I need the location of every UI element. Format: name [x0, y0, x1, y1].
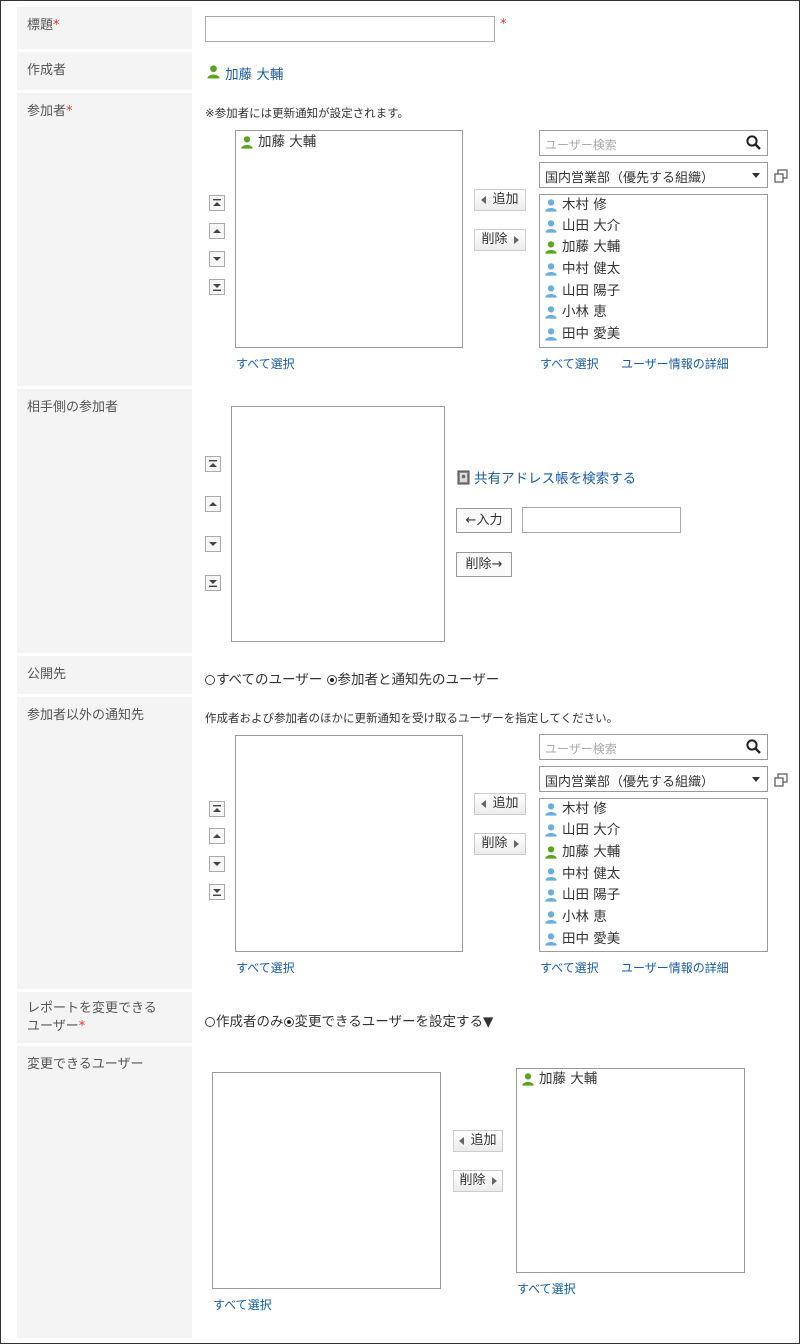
- list-item[interactable]: 木村 修: [544, 195, 607, 216]
- search-icon[interactable]: [745, 134, 763, 152]
- chevron-down-icon: [752, 173, 760, 178]
- add-button[interactable]: 追加: [453, 1130, 503, 1152]
- move-up-button[interactable]: [209, 223, 225, 239]
- list-item[interactable]: 中村 健太: [544, 259, 620, 280]
- remove-button[interactable]: 削除: [474, 833, 526, 855]
- user-detail-link[interactable]: ユーザー情報の詳細: [621, 355, 729, 372]
- participants-note: ※参加者には更新通知が設定されます。: [205, 106, 409, 120]
- move-down-button[interactable]: [209, 251, 225, 267]
- add-button[interactable]: 追加: [474, 189, 526, 211]
- user-icon: [207, 65, 220, 79]
- chevron-down-icon: [752, 777, 760, 782]
- changeable-users-label: 変更できるユーザー: [17, 1046, 192, 1338]
- list-item[interactable]: 小林 恵: [544, 907, 607, 928]
- address-book-icon: [457, 470, 470, 485]
- list-item[interactable]: 加藤 大輔: [240, 132, 316, 153]
- notify-others-label: 参加者以外の通知先: [17, 697, 192, 989]
- list-item[interactable]: 加藤 大輔: [521, 1069, 597, 1090]
- move-bottom-button[interactable]: [209, 884, 225, 900]
- move-top-button[interactable]: [209, 195, 225, 211]
- list-item[interactable]: 山田 陽子: [544, 885, 620, 906]
- creator-user[interactable]: 加藤 大輔: [206, 63, 283, 83]
- title-input[interactable]: [205, 16, 495, 42]
- user-search-input[interactable]: ユーザー検索: [539, 734, 768, 760]
- list-item[interactable]: 加藤 大輔: [544, 237, 620, 258]
- move-up-button[interactable]: [209, 828, 225, 844]
- editable-radio-creator[interactable]: 作成者のみ: [205, 1014, 284, 1030]
- user-icon: [241, 136, 253, 149]
- select-all-link[interactable]: すべて選択: [517, 1280, 576, 1297]
- move-bottom-button[interactable]: [205, 575, 221, 591]
- address-book-link[interactable]: 共有アドレス帳を検索する: [457, 467, 636, 487]
- visibility-options: すべてのユーザー 参加者と通知先のユーザー: [205, 668, 499, 688]
- input-button[interactable]: ←入力: [456, 508, 512, 533]
- editable-radio-users[interactable]: 変更できるユーザーを設定する▼: [283, 1014, 493, 1030]
- creator-name: 加藤 大輔: [225, 67, 284, 83]
- title-required-mark: *: [500, 17, 507, 32]
- move-down-button[interactable]: [209, 856, 225, 872]
- org-select[interactable]: 国内営業部（優先する組織）: [539, 766, 768, 792]
- add-button[interactable]: 追加: [474, 793, 526, 815]
- notify-note: 作成者および参加者のほかに更新通知を受け取るユーザーを指定してください。: [205, 711, 619, 725]
- user-icon: [522, 1073, 534, 1086]
- list-item[interactable]: 山田 陽子: [544, 281, 620, 302]
- list-item[interactable]: 木村 修: [544, 799, 607, 820]
- select-all-link[interactable]: すべて選択: [236, 959, 295, 976]
- changeable-candidate-list[interactable]: [212, 1072, 441, 1289]
- remove-button[interactable]: 削除: [474, 229, 526, 251]
- move-down-button[interactable]: [205, 536, 221, 552]
- notify-selected-list[interactable]: [235, 735, 463, 952]
- changeable-selected-list[interactable]: 加藤 大輔: [516, 1068, 745, 1273]
- candidate-users-list[interactable]: 木村 修 山田 大介 加藤 大輔 中村 健太 山田 陽子 小林 恵 田中 愛美: [539, 194, 768, 348]
- report-form: 標題* * 作成者 加藤 大輔 参加者* ※参加者には更新通知が設定されます。 …: [0, 0, 800, 1344]
- select-all-link[interactable]: すべて選択: [540, 355, 599, 372]
- move-top-button[interactable]: [205, 456, 221, 472]
- move-bottom-button[interactable]: [209, 279, 225, 295]
- move-top-button[interactable]: [209, 801, 225, 817]
- org-select[interactable]: 国内営業部（優先する組織）: [539, 162, 768, 188]
- popup-window-icon[interactable]: [774, 169, 788, 183]
- move-up-button[interactable]: [205, 496, 221, 512]
- list-item[interactable]: 田中 愛美: [544, 929, 620, 950]
- search-icon[interactable]: [745, 738, 763, 756]
- visibility-radio-all[interactable]: すべてのユーザー: [205, 672, 322, 688]
- list-item[interactable]: 山田 大介: [544, 216, 620, 237]
- editable-options: 作成者のみ 変更できるユーザーを設定する▼: [205, 1010, 493, 1030]
- remove-arrow-button[interactable]: 削除→: [456, 552, 512, 577]
- title-label: 標題*: [17, 7, 192, 49]
- list-item[interactable]: 田中 愛美: [544, 324, 620, 345]
- list-item[interactable]: 小林 恵: [544, 302, 607, 323]
- select-all-link[interactable]: すべて選択: [213, 1296, 272, 1313]
- user-search-input[interactable]: ユーザー検索: [539, 130, 768, 156]
- popup-window-icon[interactable]: [774, 773, 788, 787]
- select-all-link[interactable]: すべて選択: [540, 959, 599, 976]
- select-all-link[interactable]: すべて選択: [236, 355, 295, 372]
- candidate-users-list[interactable]: 木村 修 山田 大介 加藤 大輔 中村 健太 山田 陽子 小林 恵 田中 愛美: [539, 798, 768, 952]
- participants-label: 参加者*: [17, 93, 192, 386]
- selected-participants-list[interactable]: 加藤 大輔: [235, 130, 463, 348]
- visibility-radio-participants[interactable]: 参加者と通知先のユーザー: [326, 672, 499, 688]
- editable-label: レポートを変更できる ユーザー*: [17, 992, 192, 1043]
- list-item[interactable]: 中村 健太: [544, 864, 620, 885]
- counterpart-input[interactable]: [522, 507, 681, 533]
- list-item[interactable]: 山田 大介: [544, 820, 620, 841]
- creator-label: 作成者: [17, 52, 192, 90]
- visibility-label: 公開先: [17, 656, 192, 694]
- counterpart-list[interactable]: [231, 406, 445, 642]
- user-detail-link[interactable]: ユーザー情報の詳細: [621, 959, 729, 976]
- remove-button[interactable]: 削除: [453, 1170, 503, 1192]
- counterpart-label: 相手側の参加者: [17, 389, 192, 653]
- list-item[interactable]: 加藤 大輔: [544, 842, 620, 863]
